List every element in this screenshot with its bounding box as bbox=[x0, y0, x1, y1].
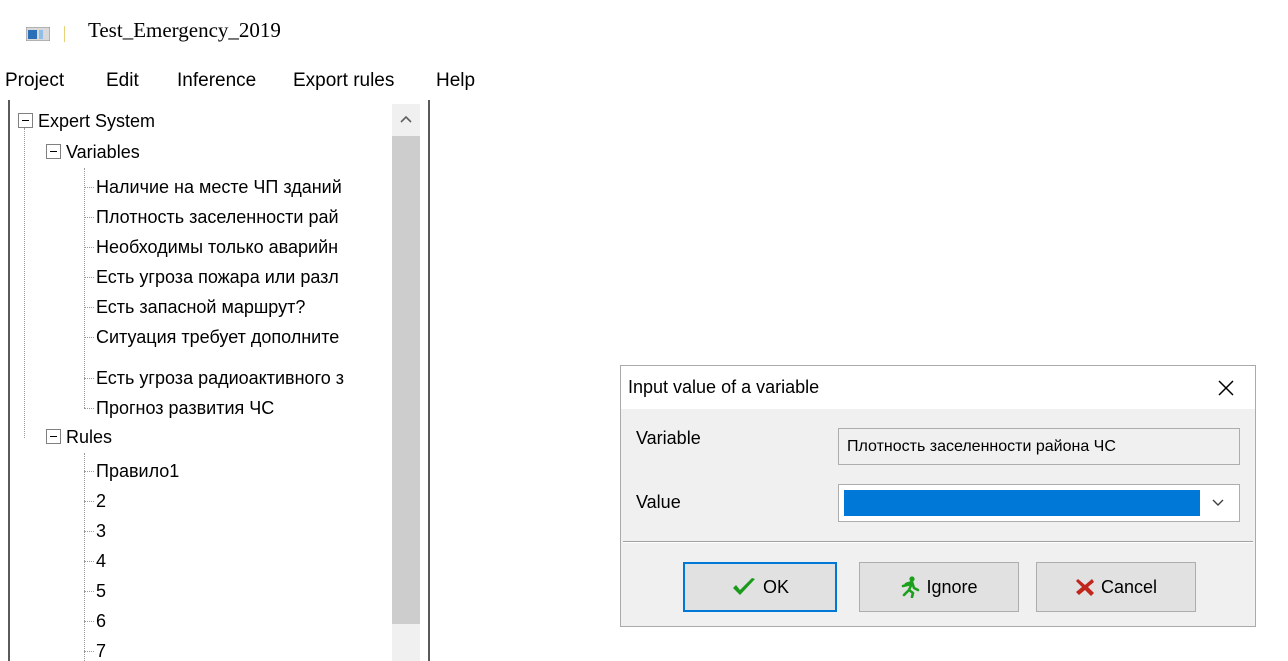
tree-connector bbox=[84, 453, 85, 661]
tree-item-rule[interactable]: 4 bbox=[96, 546, 106, 576]
tree-node-variables[interactable]: Variables bbox=[46, 137, 140, 167]
tree-border-right bbox=[428, 100, 430, 661]
collapse-icon[interactable] bbox=[18, 112, 33, 128]
tree-connector bbox=[84, 168, 85, 408]
tree-connector bbox=[84, 217, 94, 218]
value-label: Value bbox=[636, 492, 681, 512]
dialog-divider-highlight bbox=[623, 542, 1253, 543]
close-icon bbox=[1218, 380, 1234, 396]
cancel-button[interactable]: Cancel bbox=[1036, 562, 1196, 612]
tree-item-rule[interactable]: 2 bbox=[96, 486, 106, 516]
tree-connector bbox=[84, 591, 94, 592]
menu-edit[interactable]: Edit bbox=[106, 70, 139, 92]
ignore-button[interactable]: Ignore bbox=[859, 562, 1019, 612]
dialog-title: Input value of a variable bbox=[628, 377, 820, 397]
tree-connector bbox=[84, 408, 94, 409]
tree-item-variable[interactable]: Есть угроза пожара или разл bbox=[96, 262, 390, 292]
tree-border-left bbox=[8, 100, 10, 661]
cancel-button-label: Cancel bbox=[1100, 576, 1158, 597]
dialog-close-button[interactable] bbox=[1211, 374, 1241, 402]
tree-connector bbox=[84, 187, 94, 188]
tree-connector bbox=[84, 337, 94, 338]
tree-connector bbox=[84, 621, 94, 622]
window-titlebar: Test_Emergency_2019 bbox=[0, 0, 1288, 64]
ignore-button-label: Ignore bbox=[926, 576, 978, 597]
tree-item-variable[interactable]: Ситуация требует дополните bbox=[96, 322, 390, 352]
variable-label: Variable bbox=[636, 428, 701, 448]
ok-button[interactable]: OK bbox=[683, 562, 837, 612]
tree-connector bbox=[84, 501, 94, 502]
tree-item-variable[interactable]: Плотность заселенности рай bbox=[96, 202, 390, 232]
menu-project[interactable]: Project bbox=[5, 70, 64, 92]
tree-item-variable[interactable]: Необходимы только аварийн bbox=[96, 232, 390, 262]
tree-item-rule[interactable]: 5 bbox=[96, 576, 106, 606]
tree-node-rules[interactable]: Rules bbox=[46, 422, 112, 452]
menu-bar: Project Edit Inference Export rules Help bbox=[0, 64, 1288, 100]
app-icon bbox=[26, 27, 50, 41]
window-title: Test_Emergency_2019 bbox=[88, 18, 281, 42]
chevron-down-icon[interactable] bbox=[1207, 495, 1229, 511]
tree-item-rule[interactable]: Правило1 bbox=[96, 456, 179, 486]
value-select[interactable] bbox=[838, 484, 1240, 522]
tree-connector bbox=[84, 307, 94, 308]
input-value-dialog: Input value of a variable Variable Плотн… bbox=[620, 365, 1256, 627]
tree-node-label: Expert System bbox=[38, 111, 156, 131]
ok-button-label: OK bbox=[762, 576, 789, 597]
scroll-up-button[interactable] bbox=[392, 104, 420, 134]
tree-item-rule[interactable]: 3 bbox=[96, 516, 106, 546]
tree-node-root[interactable]: Expert System bbox=[18, 106, 155, 136]
tree-connector bbox=[84, 651, 94, 652]
tree-connector bbox=[84, 471, 94, 472]
title-separator bbox=[64, 26, 65, 42]
tree-connector bbox=[84, 378, 94, 379]
menu-help[interactable]: Help bbox=[436, 70, 475, 92]
tree-connector bbox=[84, 277, 94, 278]
tree-connector bbox=[84, 561, 94, 562]
tree-connector bbox=[24, 128, 25, 438]
value-select-highlight bbox=[844, 490, 1200, 516]
variable-field: Плотность заселенности района ЧС bbox=[838, 428, 1240, 465]
tree-item-rule[interactable]: 7 bbox=[96, 636, 106, 661]
menu-export-rules[interactable]: Export rules bbox=[293, 70, 394, 92]
tree-connector bbox=[84, 531, 94, 532]
tree-item-variable[interactable]: Прогноз развития ЧС bbox=[96, 393, 390, 423]
tree-node-label: Rules bbox=[66, 427, 113, 447]
menu-inference[interactable]: Inference bbox=[177, 70, 256, 92]
dialog-titlebar: Input value of a variable bbox=[621, 366, 1255, 409]
collapse-icon[interactable] bbox=[46, 143, 61, 159]
chevron-up-icon bbox=[400, 115, 412, 123]
tree-item-rule[interactable]: 6 bbox=[96, 606, 106, 636]
scrollbar-thumb[interactable] bbox=[392, 136, 420, 624]
tree-item-variable[interactable]: Наличие на месте ЧП зданий bbox=[96, 172, 390, 202]
tree-item-variable[interactable]: Есть угроза радиоактивного з bbox=[96, 363, 390, 393]
collapse-icon[interactable] bbox=[46, 428, 61, 444]
running-man-icon bbox=[902, 576, 920, 598]
x-icon bbox=[1075, 579, 1094, 596]
checkmark-icon bbox=[732, 578, 755, 595]
tree-connector bbox=[84, 247, 94, 248]
tree-node-label: Variables bbox=[66, 142, 140, 162]
tree-item-variable[interactable]: Есть запасной маршрут? bbox=[96, 292, 390, 322]
